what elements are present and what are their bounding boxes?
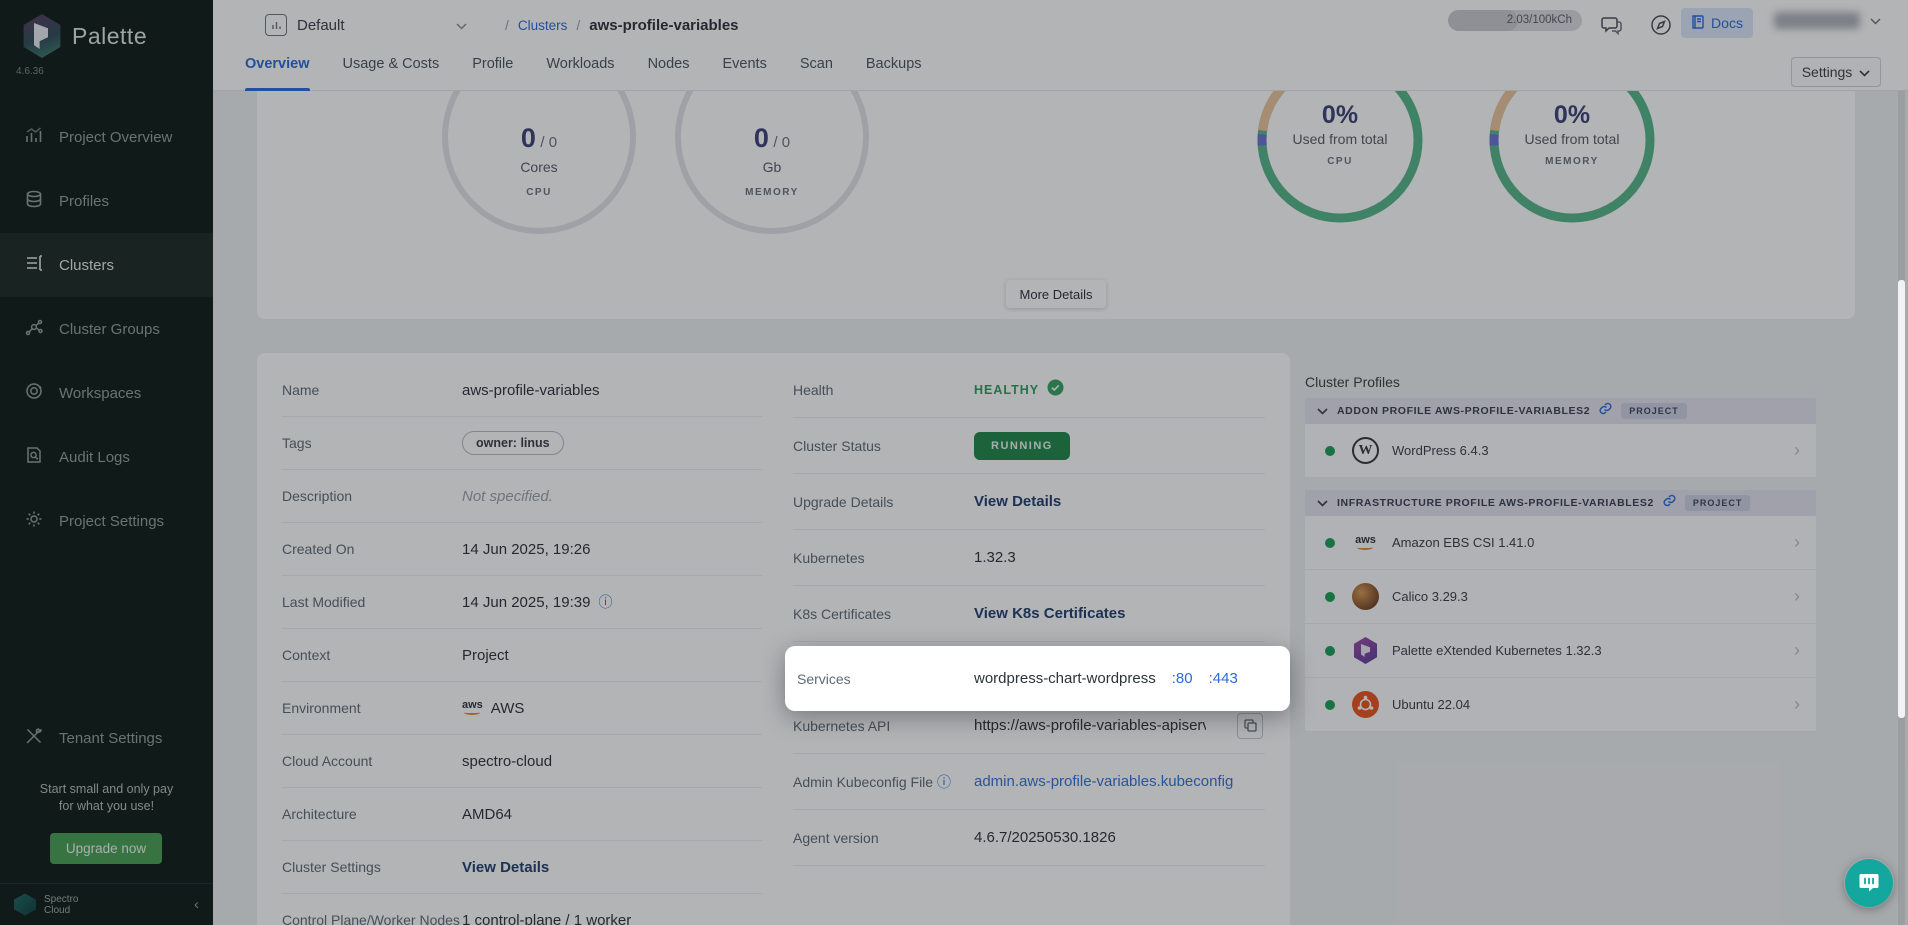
spotlight-dim-overlay[interactable] xyxy=(0,0,1908,925)
services-spotlight-row: Services wordpress-chart-wordpress :80 :… xyxy=(785,646,1290,711)
services-label: Services xyxy=(797,671,974,687)
service-port-443-link[interactable]: :443 xyxy=(1209,670,1238,687)
service-port-80-link[interactable]: :80 xyxy=(1172,670,1193,687)
scrollbar-thumb[interactable] xyxy=(1898,280,1905,718)
chat-bubble-icon xyxy=(1857,870,1881,897)
support-chat-button[interactable] xyxy=(1845,859,1893,907)
palette-app: Palette 4.6.36 Project Overview Profiles… xyxy=(0,0,1908,925)
service-name: wordpress-chart-wordpress xyxy=(974,670,1156,687)
